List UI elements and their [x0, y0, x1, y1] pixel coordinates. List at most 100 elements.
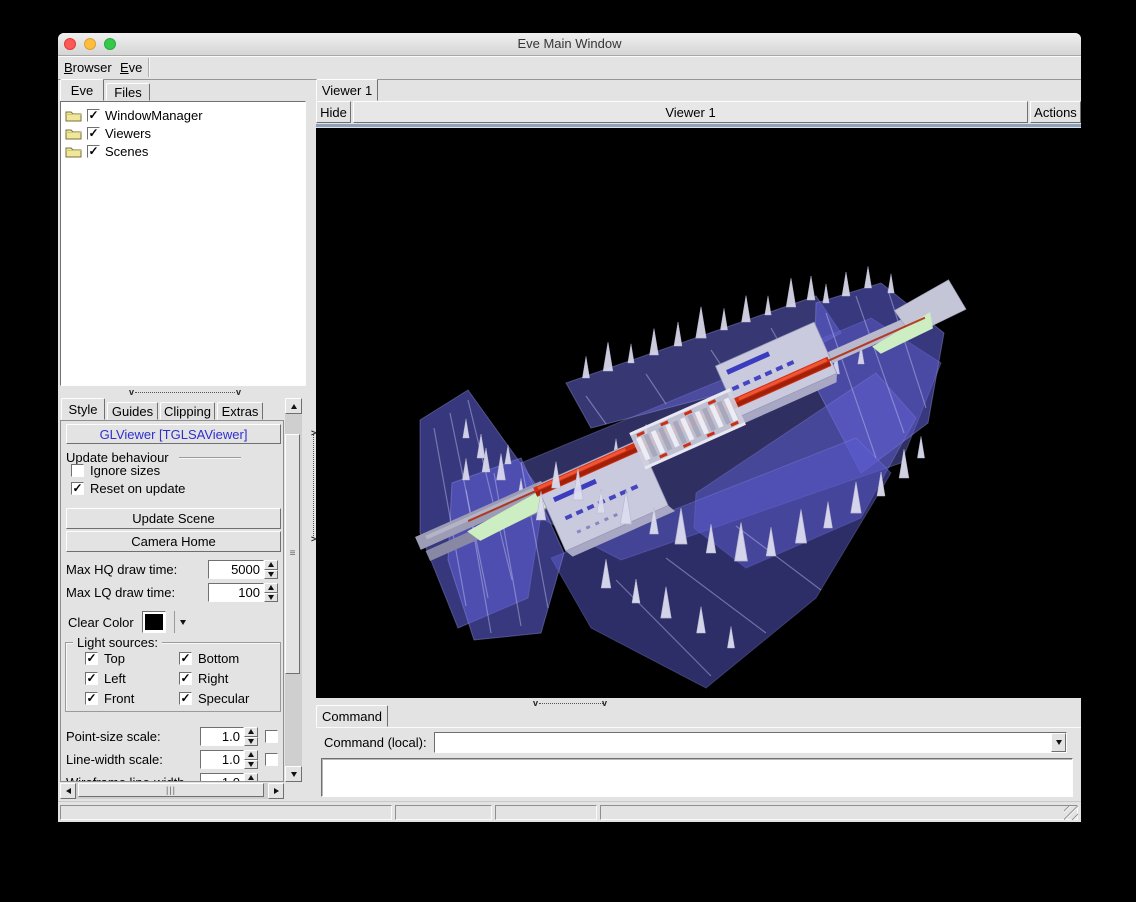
vscroll-thumb[interactable]: ≡: [285, 434, 300, 674]
command-panel: Command (local):: [316, 727, 1081, 802]
scroll-up-icon[interactable]: [285, 398, 302, 414]
light-top-checkbox[interactable]: ✓: [85, 652, 98, 665]
point-size-stepper: [244, 727, 258, 746]
scroll-right-icon[interactable]: [268, 783, 284, 799]
ignore-sizes-checkbox[interactable]: [71, 464, 84, 477]
menu-browser[interactable]: Browser: [60, 59, 116, 76]
light-right-checkbox[interactable]: ✓: [179, 672, 192, 685]
chevron-down-icon: [180, 620, 186, 625]
point-size-checkbox[interactable]: [265, 730, 278, 743]
sidebar-tabbar: Eve Files: [60, 79, 310, 101]
folder-icon: [65, 145, 82, 158]
tab-clipping[interactable]: Clipping: [160, 402, 215, 420]
scroll-left-icon[interactable]: [60, 783, 76, 799]
tree-checkbox[interactable]: ✓: [87, 145, 100, 158]
point-size-input[interactable]: [200, 727, 244, 746]
style-panel: GLViewer [TGLSAViewer] Update behaviour …: [60, 420, 284, 782]
line-width-stepper: [244, 750, 258, 769]
screen: Eve Main Window Browser Eve Eve Files ✓ …: [0, 0, 1136, 902]
ignore-sizes-option[interactable]: Ignore sizes: [71, 461, 160, 479]
tab-files[interactable]: Files: [106, 83, 150, 101]
clear-color-label: Clear Color: [68, 615, 134, 630]
point-size-row: Point-size scale:: [66, 727, 278, 746]
menu-eve[interactable]: Eve: [116, 59, 146, 76]
tab-viewer1[interactable]: Viewer 1: [316, 79, 378, 101]
command-input[interactable]: [435, 733, 1051, 752]
viewer-title-bar[interactable]: Viewer 1: [353, 101, 1028, 123]
light-left-option[interactable]: ✓ Left: [85, 669, 126, 687]
light-right-option[interactable]: ✓ Right: [179, 669, 228, 687]
tree-item-viewers[interactable]: ✓ Viewers: [61, 124, 305, 142]
max-hq-row: Max HQ draw time:: [66, 560, 278, 579]
viewer-header: Hide Viewer 1 Actions: [316, 101, 1081, 124]
actions-button[interactable]: Actions: [1030, 101, 1081, 123]
spinner-down-icon[interactable]: [264, 570, 278, 580]
reset-on-update-option[interactable]: ✓ Reset on update: [71, 479, 185, 497]
spinner-up-icon[interactable]: [264, 583, 278, 593]
spinner-down-icon[interactable]: [264, 593, 278, 603]
wireframe-width-input[interactable]: [200, 773, 244, 782]
tree-checkbox[interactable]: ✓: [87, 127, 100, 140]
light-left-checkbox[interactable]: ✓: [85, 672, 98, 685]
combo-dropdown-button[interactable]: [1051, 733, 1066, 752]
clear-color-menu[interactable]: [174, 611, 186, 633]
hide-button[interactable]: Hide: [316, 101, 351, 123]
command-label: Command (local):: [324, 735, 427, 750]
command-tabbar: Command: [316, 705, 1081, 727]
style-tabbar: Style Guides Clipping Extras: [60, 398, 284, 420]
light-specular-option[interactable]: ✓ Specular: [179, 689, 249, 707]
update-behaviour-rule: [179, 457, 241, 458]
menu-bar: Browser Eve: [58, 56, 1081, 80]
max-hq-stepper: [264, 560, 278, 579]
max-lq-input[interactable]: [208, 583, 264, 602]
scroll-down-icon[interactable]: [285, 766, 302, 782]
spinner-up-icon[interactable]: [244, 750, 258, 760]
spinner-down-icon[interactable]: [244, 760, 258, 770]
command-output[interactable]: [321, 758, 1073, 797]
tree-item-scenes[interactable]: ✓ Scenes: [61, 142, 305, 160]
spinner-up-icon[interactable]: [244, 727, 258, 737]
tree-item-label: Viewers: [105, 126, 151, 141]
tree-item-windowmanager[interactable]: ✓ WindowManager: [61, 106, 305, 124]
viewer-area: Viewer 1 Hide Viewer 1 Actions: [316, 79, 1081, 801]
status-segment-3: [495, 805, 597, 820]
light-top-option[interactable]: ✓ Top: [85, 649, 125, 667]
tab-extras[interactable]: Extras: [217, 402, 263, 420]
light-bottom-option[interactable]: ✓ Bottom: [179, 649, 239, 667]
clear-color-swatch[interactable]: [142, 611, 166, 633]
tab-guides[interactable]: Guides: [107, 402, 158, 420]
light-front-checkbox[interactable]: ✓: [85, 692, 98, 705]
tab-style[interactable]: Style: [61, 398, 105, 420]
update-scene-button[interactable]: Update Scene: [66, 508, 281, 529]
light-front-option[interactable]: ✓ Front: [85, 689, 134, 707]
camera-home-button[interactable]: Camera Home: [66, 531, 281, 552]
line-width-input[interactable]: [200, 750, 244, 769]
light-specular-checkbox[interactable]: ✓: [179, 692, 192, 705]
chevron-down-icon: [1056, 740, 1062, 745]
reset-on-update-checkbox[interactable]: ✓: [71, 482, 84, 495]
max-hq-input[interactable]: [208, 560, 264, 579]
tree-checkbox[interactable]: ✓: [87, 109, 100, 122]
max-lq-row: Max LQ draw time:: [66, 583, 278, 602]
status-segment-4: [600, 805, 1078, 820]
light-bottom-checkbox[interactable]: ✓: [179, 652, 192, 665]
gl-viewport[interactable]: [316, 128, 1081, 698]
resize-grip[interactable]: [1064, 806, 1078, 820]
max-hq-label: Max HQ draw time:: [66, 562, 208, 577]
command-combobox[interactable]: [434, 732, 1067, 753]
tab-command[interactable]: Command: [316, 705, 388, 727]
spinner-down-icon[interactable]: [244, 737, 258, 747]
wireframe-width-row: Wireframe line-width: [66, 773, 278, 782]
hscroll-thumb[interactable]: |||: [78, 783, 264, 797]
max-lq-label: Max LQ draw time:: [66, 585, 208, 600]
spinner-up-icon[interactable]: [244, 773, 258, 782]
line-width-row: Line-width scale:: [66, 750, 278, 769]
style-hscrollbar[interactable]: |||: [60, 783, 284, 799]
tab-eve[interactable]: Eve: [60, 79, 104, 101]
style-vscrollbar[interactable]: ≡: [285, 398, 302, 782]
sidebar-splitter[interactable]: v v: [60, 386, 306, 398]
spinner-up-icon[interactable]: [264, 560, 278, 570]
title-bar[interactable]: Eve Main Window: [58, 33, 1081, 56]
glviewer-button[interactable]: GLViewer [TGLSAViewer]: [66, 424, 281, 444]
line-width-checkbox[interactable]: [265, 753, 278, 766]
